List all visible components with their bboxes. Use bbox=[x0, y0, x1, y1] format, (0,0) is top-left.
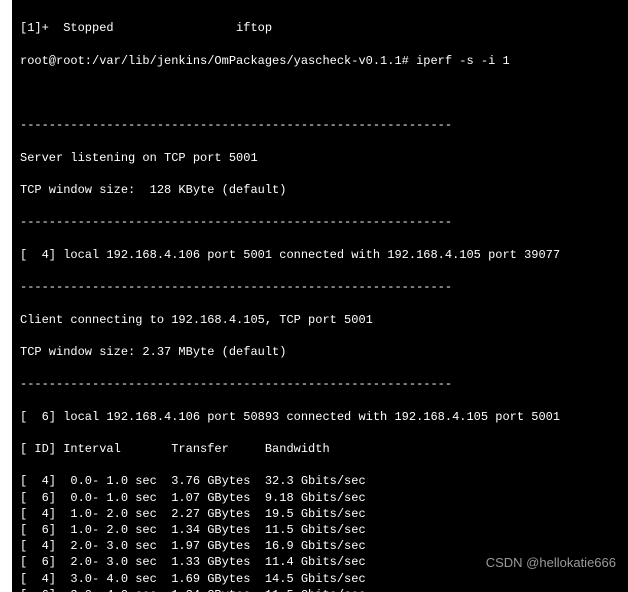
connection-6: [ 6] local 192.168.4.106 port 50893 conn… bbox=[20, 409, 620, 425]
iperf-row: [ 4] 3.0- 4.0 sec 1.69 GBytes 14.5 Gbits… bbox=[20, 571, 620, 587]
divider: ----------------------------------------… bbox=[20, 376, 620, 392]
divider: ----------------------------------------… bbox=[20, 279, 620, 295]
terminal-window[interactable]: [1]+ Stopped iftop root@root:/var/lib/je… bbox=[12, 0, 628, 592]
tcp-window-1: TCP window size: 128 KByte (default) bbox=[20, 182, 620, 198]
iperf-row: [ 4] 1.0- 2.0 sec 2.27 GBytes 19.5 Gbits… bbox=[20, 506, 620, 522]
iperf-row: [ 4] 2.0- 3.0 sec 1.97 GBytes 16.9 Gbits… bbox=[20, 538, 620, 554]
divider: ----------------------------------------… bbox=[20, 214, 620, 230]
iperf-row: [ 4] 0.0- 1.0 sec 3.76 GBytes 32.3 Gbits… bbox=[20, 473, 620, 489]
divider: ----------------------------------------… bbox=[20, 117, 620, 133]
iperf-row: [ 6] 0.0- 1.0 sec 1.07 GBytes 9.18 Gbits… bbox=[20, 490, 620, 506]
watermark: CSDN @hellokatie666 bbox=[486, 554, 616, 572]
iperf-row: [ 6] 1.0- 2.0 sec 1.34 GBytes 11.5 Gbits… bbox=[20, 522, 620, 538]
prompt-line-1: root@root:/var/lib/jenkins/OmPackages/ya… bbox=[20, 53, 620, 69]
iperf-table-header: [ ID] Interval Transfer Bandwidth bbox=[20, 441, 620, 457]
iperf-row: [ 6] 3.0- 4.0 sec 1.34 GBytes 11.5 Gbits… bbox=[20, 587, 620, 592]
connection-4: [ 4] local 192.168.4.106 port 5001 conne… bbox=[20, 247, 620, 263]
server-listening: Server listening on TCP port 5001 bbox=[20, 150, 620, 166]
job-status-1: [1]+ Stopped iftop bbox=[20, 20, 620, 36]
tcp-window-2: TCP window size: 2.37 MByte (default) bbox=[20, 344, 620, 360]
iperf-rows-container: [ 4] 0.0- 1.0 sec 3.76 GBytes 32.3 Gbits… bbox=[20, 473, 620, 592]
client-connecting: Client connecting to 192.168.4.105, TCP … bbox=[20, 312, 620, 328]
blank bbox=[20, 85, 620, 101]
